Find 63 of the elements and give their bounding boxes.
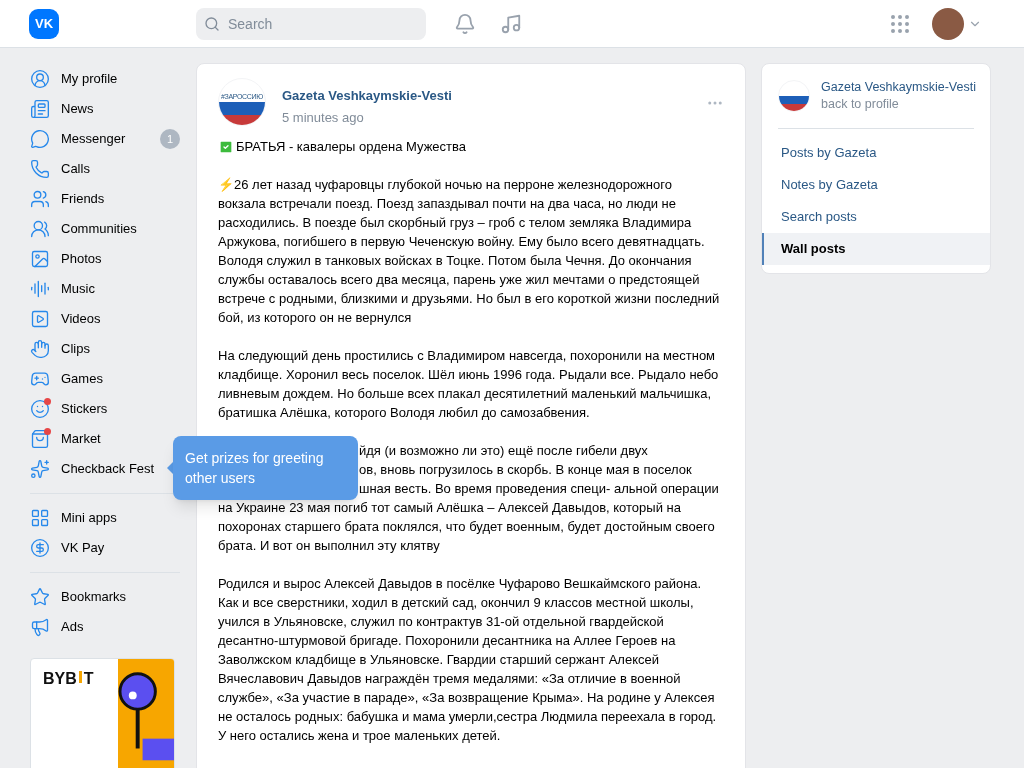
chat-bubble-icon: [30, 129, 50, 149]
sidebar-item[interactable]: VK Pay: [30, 533, 180, 563]
post-text-line: похоронах старшего брата поклялся, что будет военным, будет достойным своего: [218, 519, 715, 534]
ad-banner[interactable]: BYB T: [30, 658, 175, 768]
megaphone-icon: [30, 617, 50, 637]
sidebar-item[interactable]: Photos: [30, 244, 180, 274]
sparkle-icon: [30, 459, 50, 479]
ad-logo: BYB T: [43, 669, 94, 689]
sidebar-item[interactable]: Ads: [30, 612, 180, 642]
sidebar-item[interactable]: Friends: [30, 184, 180, 214]
profile-icon: [30, 69, 50, 89]
sidebar-item[interactable]: Communities: [30, 214, 180, 244]
bag-icon: [30, 429, 50, 449]
post-text-line: на Украине 23 мая погиб тот самый Алёшка – Алексей Давыдов, который на: [218, 500, 681, 515]
search-field[interactable]: Search: [196, 7, 426, 40]
post-paragraph: На следующий день простились с Владимиром навсегда, похоронили на местном кладбище. Хоронил весь поселок. Шёл июнь 1996 года. Рыдали все. Рыдало небо ливневым дождем. Но больше всех плакал десятилетний маленький мальчишка, братишка Алёшка, которого Володя любил до самозабвения.: [218, 347, 720, 422]
news-icon: [30, 99, 50, 119]
check-mark-icon: [218, 138, 234, 155]
smiley-icon: [30, 399, 50, 419]
coin-icon: [30, 538, 50, 558]
sidebar-item[interactable]: News: [30, 94, 180, 124]
sound-bars-icon: [30, 279, 50, 299]
tooltip: Get prizes for greeting other users: [167, 436, 358, 500]
back-link[interactable]: back to profile: [821, 96, 976, 113]
people-icon: [30, 189, 50, 209]
hand-icon: [30, 339, 50, 359]
user-avatar[interactable]: [932, 7, 964, 40]
sidebar-item[interactable]: Messenger 1: [30, 124, 180, 154]
sidebar-item[interactable]: Clips: [30, 334, 180, 364]
side-menu-item[interactable]: Wall posts: [762, 233, 990, 265]
author-name[interactable]: Gazeta Veshkaymskie-Vesti: [282, 86, 452, 106]
image-icon: [30, 249, 50, 269]
sidebar-item[interactable]: Videos: [30, 304, 180, 334]
community-avatar[interactable]: [778, 80, 810, 112]
post-title: БРАТЬЯ - кавалеры ордена Мужества: [218, 137, 723, 156]
unread-badge: 1: [160, 129, 180, 149]
post-paragraph: ⚡26 лет назад чуфаровцы глубокой ночью на перроне железнодорожного вокзала встречали поезд. Поезд запаздывал почти на два часа, но люди не расходились. В поезде был скорбный груз – гроб с телом земляка Владимира Аржукова, погибшего в первую Чеченскую войну. Ему было всего девятнадцать. Володя служил в танковых войсках в Тоцке. Потом была Чечня. До окончания службы оставалось всего два месяца, парень уже жил мечтами о предстоящей встрече с родными, близкими и друзьями. Но был в его короткой жизни последний бой, из которого он не вернулся: [218, 176, 721, 327]
post-text-line: йдя (и возможно ли это) ещё после гибели двух: [359, 443, 648, 458]
star-icon: [30, 587, 50, 607]
search-icon: [204, 15, 220, 32]
play-icon: [30, 309, 50, 329]
logo[interactable]: VK: [29, 8, 59, 39]
sidebar-item[interactable]: Mini apps: [30, 503, 180, 533]
sidebar-item[interactable]: Calls: [30, 154, 180, 184]
side-menu-item[interactable]: Search posts: [762, 201, 990, 233]
community-name[interactable]: Gazeta Veshkaymskie-Vesti: [821, 79, 976, 96]
phone-icon: [30, 159, 50, 179]
sidebar-item[interactable]: Bookmarks: [30, 582, 180, 612]
sidebar-item[interactable]: Music: [30, 274, 180, 304]
group-icon: [30, 219, 50, 239]
post-paragraph: Родился и вырос Алексей Давыдов в посёлке Чуфарово Вешкаймского района. Как и все сверстники, ходил в детский сад, окончил 9 классов местной школы, учился в Ульяновске, служил по контрактув 31-ой отдельной гвардейской десантно-штурмовой бригаде. Похоронили десантника на Аллее Героев на Заволжском кладбище в Ульяновске. Гвардии старший сержант Алексей Вячеславович Давыдов награждён тремя медалями: «За отличие в военной службе», «За участие в параде», «За возвращение Крыма». На родине у Алексея не осталось родных: бабушка и мама умерли,сестра Людмила переехала в город. У него остались жена и трое маленьких детей.: [218, 575, 718, 745]
post-text-line: ов, вновь погрузилось в скорбь. В конце мая в поселок: [359, 462, 692, 477]
grid-icon: [30, 508, 50, 528]
music-note-icon[interactable]: [500, 12, 522, 35]
post-time[interactable]: 5 minutes ago: [282, 107, 452, 127]
side-menu-item[interactable]: Posts by Gazeta: [762, 137, 990, 169]
sidebar-item[interactable]: My profile: [30, 64, 180, 94]
post-text-line: шная весть. Во время проведения специ- альной операции: [359, 481, 719, 496]
side-menu-item[interactable]: Notes by Gazeta: [762, 169, 990, 201]
sidebar-item[interactable]: Stickers: [30, 394, 180, 424]
post-text-line: брата. И вот он выполнил эту клятву: [218, 538, 440, 553]
sidebar-item[interactable]: Games: [30, 364, 180, 394]
bell-icon[interactable]: [454, 12, 476, 35]
